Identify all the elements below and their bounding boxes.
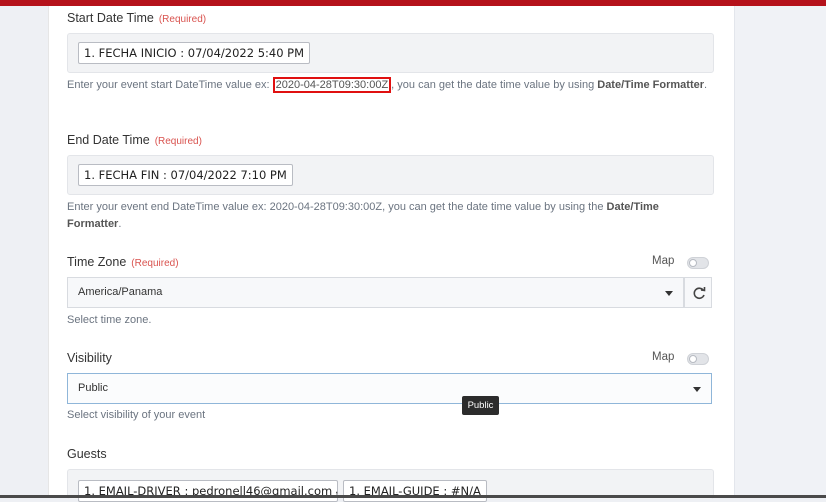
refresh-icon	[693, 287, 706, 299]
refresh-timezones-button[interactable]	[684, 277, 712, 308]
start-date-label: Start Date Time (Required)	[67, 11, 206, 25]
timezone-map-label: Map	[652, 255, 675, 267]
visibility-label-text: Visibility	[67, 351, 112, 365]
caret-down-icon	[693, 387, 701, 392]
visibility-select[interactable]: Public	[67, 373, 712, 404]
guest-pill-guide[interactable]: 1. EMAIL-GUIDE : #N/A	[343, 480, 487, 502]
guests-label-text: Guests	[67, 447, 107, 461]
timezone-label-text: Time Zone	[67, 255, 127, 269]
right-panel	[734, 6, 826, 498]
visibility-tooltip: Public	[462, 396, 499, 415]
end-date-help: Enter your event end DateTime value ex: …	[67, 199, 727, 233]
timezone-value: America/Panama	[78, 286, 163, 298]
toggle-knob	[689, 259, 697, 267]
end-date-label: End Date Time (Required)	[67, 133, 202, 147]
toggle-knob	[689, 355, 697, 363]
end-date-pill[interactable]: 1. FECHA FIN : 07/04/2022 7:10 PM	[78, 164, 293, 186]
timezone-map-toggle[interactable]	[687, 257, 709, 269]
visibility-map-toggle[interactable]	[687, 353, 709, 365]
end-date-label-text: End Date Time	[67, 133, 150, 147]
help-text: Enter your event end DateTime value ex: …	[67, 201, 607, 213]
visibility-map-label: Map	[652, 351, 675, 363]
timezone-help: Select time zone.	[67, 314, 152, 326]
formatter-link: Formatter	[67, 218, 119, 230]
help-text: Enter your event start DateTime value ex…	[67, 79, 273, 91]
guest-pill-driver[interactable]: 1. EMAIL-DRIVER : pedronell46@gmail.com	[78, 480, 339, 502]
help-text: , you can get the date time value by usi…	[391, 79, 598, 91]
formatter-link: Date/Time Formatter	[597, 79, 705, 91]
visibility-label: Visibility	[67, 351, 112, 365]
guest-separator: ,	[335, 482, 339, 496]
help-text: .	[704, 79, 708, 91]
visibility-help: Select visibility of your event	[67, 409, 206, 421]
help-text: .	[118, 218, 122, 230]
start-date-label-text: Start Date Time	[67, 11, 154, 25]
required-tag: (Required)	[131, 258, 179, 269]
required-tag: (Required)	[158, 14, 207, 25]
guests-label: Guests	[67, 447, 107, 461]
timezone-label: Time Zone (Required)	[67, 255, 179, 269]
start-date-field[interactable]: 1. FECHA INICIO : 07/04/2022 5:40 PM	[67, 33, 714, 73]
start-date-pill[interactable]: 1. FECHA INICIO : 07/04/2022 5:40 PM	[78, 42, 311, 64]
start-date-help: Enter your event start DateTime value ex…	[67, 77, 727, 94]
highlighted-example: 2020-04-28T09:30:00Z	[272, 77, 392, 93]
formatter-link: Date/Time	[606, 201, 659, 213]
end-date-field[interactable]: 1. FECHA FIN : 07/04/2022 7:10 PM	[67, 155, 714, 195]
visibility-value: Public	[78, 382, 108, 394]
timezone-select[interactable]: America/Panama	[67, 277, 684, 308]
required-tag: (Required)	[154, 136, 202, 147]
caret-down-icon	[665, 291, 673, 296]
